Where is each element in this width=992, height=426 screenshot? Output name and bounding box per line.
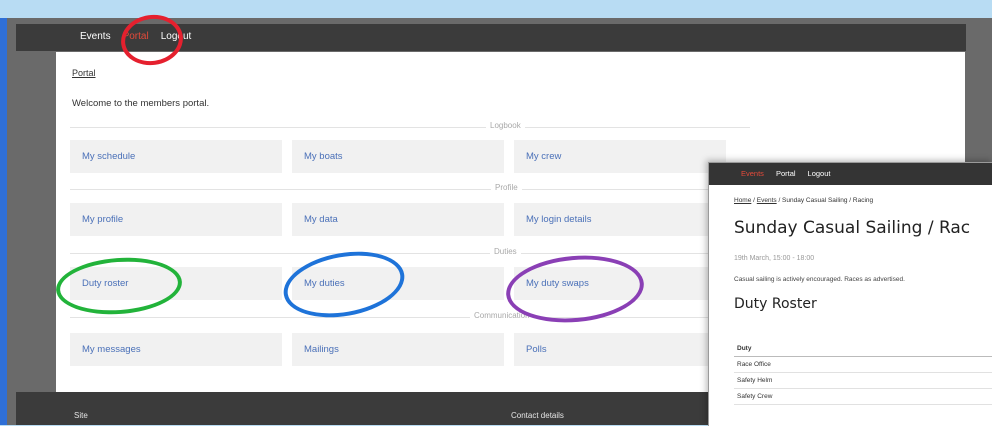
welcome-text: Welcome to the members portal. bbox=[72, 98, 210, 109]
footer-site-heading: Site bbox=[74, 411, 88, 420]
left-edge-accent bbox=[0, 18, 7, 425]
my-profile-button[interactable]: My profile bbox=[70, 203, 282, 236]
profile-divider bbox=[70, 189, 750, 190]
communication-divider bbox=[70, 317, 750, 318]
overlay-nav-logout-link[interactable]: Logout bbox=[808, 169, 831, 178]
footer-contact-heading: Contact details bbox=[511, 411, 564, 420]
nav-events-link[interactable]: Events bbox=[80, 31, 111, 42]
duty-cell: Race Office bbox=[734, 356, 992, 373]
profile-section-label: Profile bbox=[491, 183, 522, 192]
breadcrumb-portal[interactable]: Portal bbox=[72, 68, 96, 78]
logbook-section-label: Logbook bbox=[486, 121, 525, 130]
table-header-duty: Duty bbox=[734, 341, 992, 357]
mailings-button[interactable]: Mailings bbox=[292, 333, 504, 366]
overlay-nav-events-link[interactable]: Events bbox=[741, 169, 764, 178]
table-row: Race Office bbox=[734, 356, 992, 373]
my-boats-button[interactable]: My boats bbox=[292, 140, 504, 173]
my-crew-button[interactable]: My crew bbox=[514, 140, 726, 173]
duty-cell: Safety Helm bbox=[734, 372, 992, 389]
event-page-overlay: Events Portal Logout Home / Events / Sun… bbox=[708, 162, 992, 426]
overlay-nav: Events Portal Logout bbox=[741, 169, 830, 178]
breadcrumb-events-link[interactable]: Events bbox=[757, 197, 777, 204]
event-description: Casual sailing is actively encouraged. R… bbox=[734, 276, 905, 283]
logbook-divider bbox=[70, 127, 750, 128]
table-row: Safety Crew bbox=[734, 388, 992, 405]
my-data-button[interactable]: My data bbox=[292, 203, 504, 236]
event-date: 19th March, 15:00 - 18:00 bbox=[734, 255, 815, 262]
table-row: Safety Helm bbox=[734, 372, 992, 389]
my-messages-button[interactable]: My messages bbox=[70, 333, 282, 366]
duty-roster-heading: Duty Roster bbox=[734, 296, 817, 312]
duties-divider bbox=[70, 253, 750, 254]
my-schedule-button[interactable]: My schedule bbox=[70, 140, 282, 173]
event-title: Sunday Casual Sailing / Rac bbox=[734, 218, 971, 238]
duties-section-label: Duties bbox=[490, 247, 521, 256]
breadcrumb-home-link[interactable]: Home bbox=[734, 197, 751, 204]
breadcrumb-current: / Sunday Casual Sailing / Racing bbox=[776, 197, 874, 204]
duty-cell: Safety Crew bbox=[734, 388, 992, 405]
duty-roster-table: Duty Race Office Safety Helm Safety Crew bbox=[734, 341, 992, 405]
polls-button[interactable]: Polls bbox=[514, 333, 726, 366]
my-login-details-button[interactable]: My login details bbox=[514, 203, 726, 236]
overlay-nav-portal-link[interactable]: Portal bbox=[776, 169, 796, 178]
overlay-breadcrumb: Home / Events / Sunday Casual Sailing / … bbox=[734, 197, 874, 204]
